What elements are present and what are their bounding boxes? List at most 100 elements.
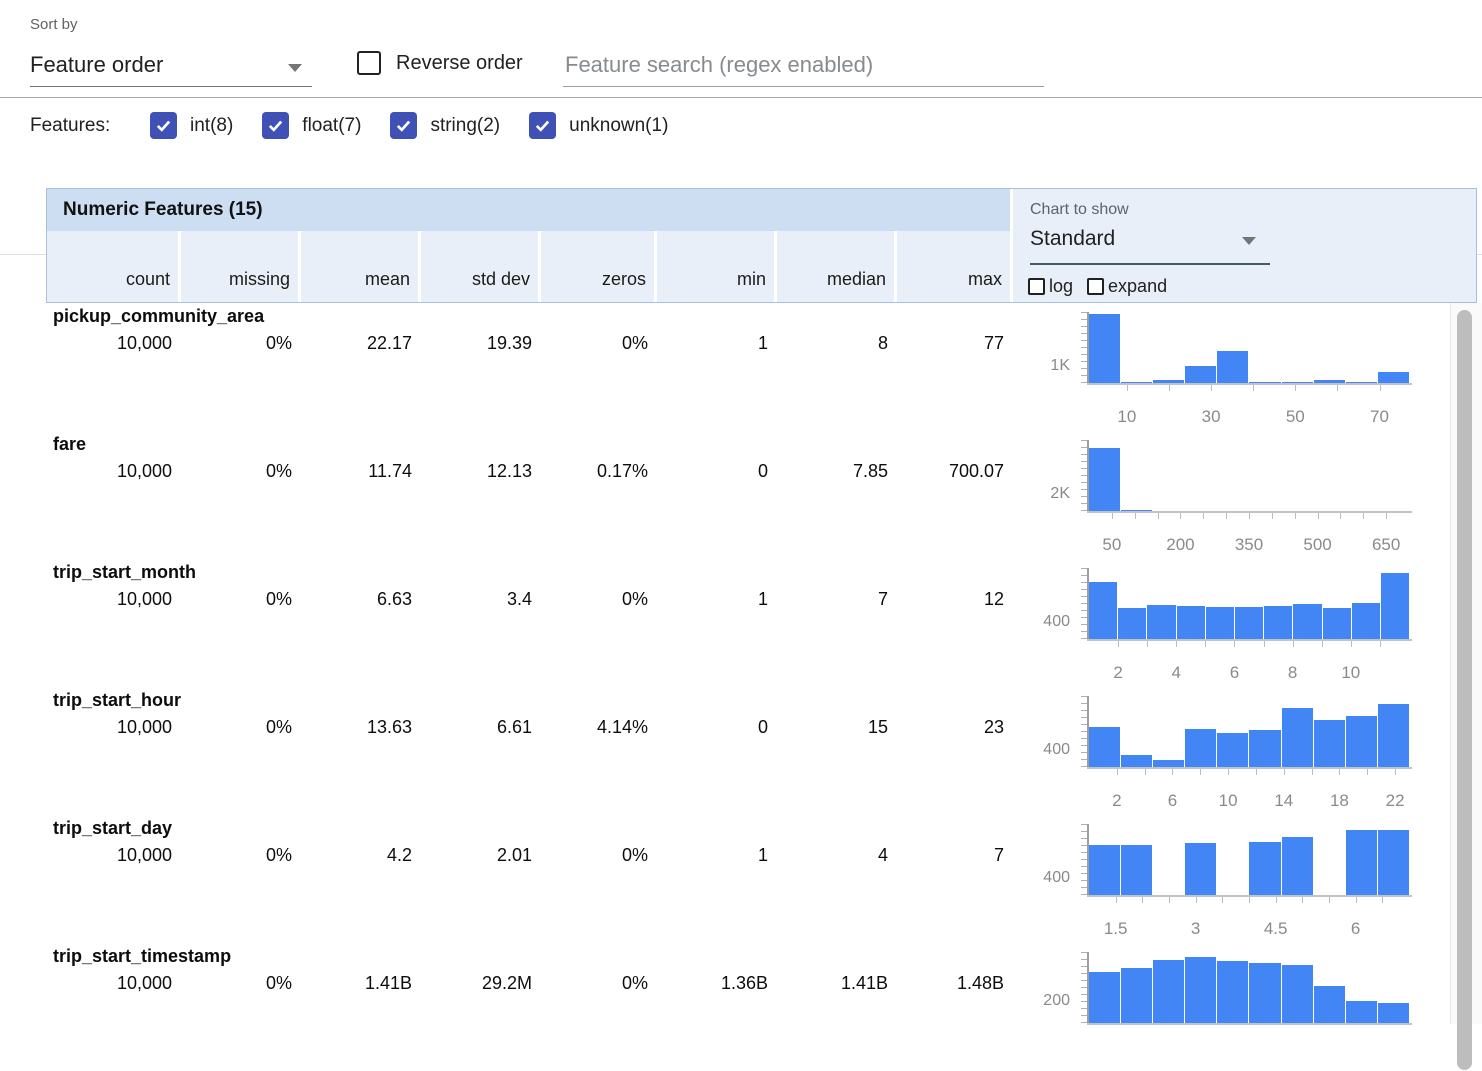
x-axis-tick [1249, 897, 1250, 903]
x-axis-tick [1142, 897, 1143, 903]
stat-zeros: 0% [540, 589, 656, 610]
y-axis-label: 400 [1012, 868, 1070, 888]
stat-median: 8 [776, 333, 896, 354]
x-axis-tick [1117, 769, 1118, 775]
feature-histogram: 1K10305070 [1012, 303, 1477, 431]
histogram-bar [1314, 986, 1346, 1023]
x-axis-tick [1322, 641, 1323, 647]
x-axis-tick-label: 3 [1191, 919, 1200, 939]
filter-checkbox-float[interactable] [262, 112, 289, 139]
chart-type-value: Standard [1030, 227, 1115, 251]
stat-std-dev: 3.4 [420, 589, 540, 610]
stat-median: 4 [776, 845, 896, 866]
histogram-bar [1185, 843, 1217, 895]
stat-count: 10,000 [46, 845, 180, 866]
chart-type-dropdown[interactable]: Standard [1030, 223, 1270, 265]
histogram-bar [1378, 372, 1409, 383]
histogram-bar [1121, 755, 1153, 767]
sort-by-dropdown[interactable]: Feature order [30, 46, 312, 87]
histogram-bar [1249, 842, 1281, 895]
x-axis-tick [1234, 641, 1235, 647]
y-axis-label: 1K [1012, 356, 1070, 376]
x-axis-tick [1312, 769, 1313, 775]
histogram-bars [1089, 696, 1409, 767]
histogram-bar [1249, 730, 1281, 767]
reverse-order-checkbox[interactable] [357, 51, 381, 75]
x-axis-tick [1211, 385, 1212, 391]
vertical-scrollbar[interactable] [1450, 303, 1482, 1024]
stat-missing: 0% [180, 973, 300, 994]
stats-line: 10,0000%1.41B29.2M0%1.36B1.41B1.48B [46, 973, 1012, 994]
x-axis-tick [1380, 385, 1381, 391]
filter-label-unknown: unknown(1) [569, 115, 668, 137]
x-axis-tick [1249, 513, 1250, 519]
histogram-bar [1089, 314, 1121, 383]
expand-checkbox[interactable] [1087, 278, 1104, 295]
x-axis-tick [1318, 513, 1319, 519]
stat-std-dev: 19.39 [420, 333, 540, 354]
column-header-median: median [777, 231, 897, 302]
stat-mean: 13.63 [300, 717, 420, 738]
feature-row-pickup_community_area: pickup_community_area 10,0000%22.1719.39… [46, 303, 1477, 431]
x-axis-line [1087, 767, 1412, 769]
x-axis-tick [1284, 769, 1285, 775]
x-axis-tick-label: 14 [1274, 791, 1293, 811]
stat-std-dev: 12.13 [420, 461, 540, 482]
x-axis-tick [1169, 897, 1170, 903]
log-checkbox[interactable] [1028, 278, 1045, 295]
filter-item-unknown: unknown(1) [529, 112, 668, 139]
x-axis-tick [1264, 641, 1265, 647]
x-axis-tick [1196, 897, 1197, 903]
feature-rows: pickup_community_area 10,0000%22.1719.39… [46, 303, 1477, 1071]
filter-item-int: int(8) [150, 112, 233, 139]
feature-row-trip_start_day: trip_start_day 10,0000%4.22.010%147 4001… [46, 815, 1477, 943]
x-axis-tick-label: 6 [1351, 919, 1360, 939]
x-axis-tick [1135, 513, 1136, 519]
x-axis-tick [1380, 641, 1381, 647]
filter-checkbox-int[interactable] [150, 112, 177, 139]
feature-row-trip_start_hour: trip_start_hour 10,0000%13.636.614.14%01… [46, 687, 1477, 815]
histogram-bar [1121, 968, 1153, 1023]
x-axis-tick-label: 30 [1202, 407, 1221, 427]
x-axis-tick-label: 70 [1370, 407, 1389, 427]
histogram-bar [1346, 830, 1378, 895]
column-header-max: max [897, 231, 1013, 302]
histogram-bar [1089, 727, 1121, 767]
feature-search-input[interactable] [563, 44, 1044, 87]
histogram-bar [1217, 961, 1249, 1023]
column-header-std-dev: std dev [421, 231, 541, 302]
filter-checkbox-unknown[interactable] [529, 112, 556, 139]
stat-zeros: 0% [540, 973, 656, 994]
y-axis-label: 200 [1012, 991, 1070, 1011]
x-axis-tick [1272, 513, 1273, 519]
histogram-bar [1089, 582, 1118, 639]
x-axis-tick-label: 10 [1341, 663, 1360, 683]
histogram-bar [1293, 604, 1322, 639]
stat-mean: 4.2 [300, 845, 420, 866]
x-axis-tick-label: 6 [1230, 663, 1239, 683]
stat-max: 700.07 [896, 461, 1012, 482]
stat-zeros: 0% [540, 845, 656, 866]
feature-filter-bar: Features: int(8)float(7)string(2)unknown… [0, 98, 1482, 156]
feature-histogram: 4001.534.56 [1012, 815, 1477, 943]
column-header-mean: mean [301, 231, 421, 302]
filter-checkbox-string[interactable] [390, 112, 417, 139]
scrollbar-thumb[interactable] [1457, 310, 1472, 1070]
histogram-bar [1352, 603, 1381, 639]
stat-max: 12 [896, 589, 1012, 610]
stat-median: 7.85 [776, 461, 896, 482]
x-axis-tick [1127, 385, 1128, 391]
x-axis-line [1087, 383, 1412, 385]
histogram-bar [1378, 830, 1409, 895]
stat-max: 7 [896, 845, 1012, 866]
histogram-bar [1118, 608, 1147, 639]
x-axis-tick [1147, 641, 1148, 647]
histogram-bar [1282, 965, 1314, 1023]
stat-missing: 0% [180, 461, 300, 482]
x-axis-tick-label: 18 [1330, 791, 1349, 811]
stat-median: 7 [776, 589, 896, 610]
histogram-bar [1177, 606, 1206, 639]
filter-label-float: float(7) [302, 115, 361, 137]
feature-row-fare: fare 10,0000%11.7412.130.17%07.85700.07 … [46, 431, 1477, 559]
x-axis-tick [1356, 897, 1357, 903]
